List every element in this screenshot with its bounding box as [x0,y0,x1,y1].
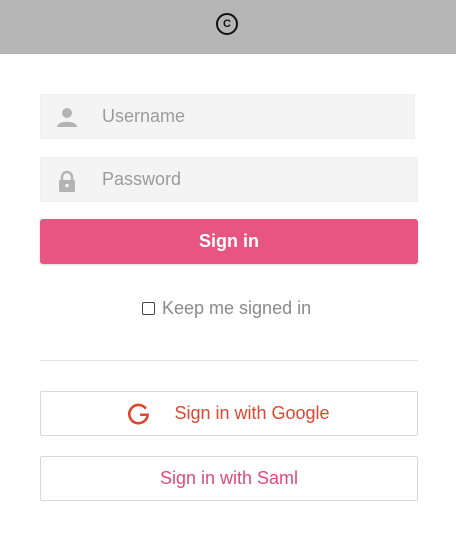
keep-signed-in-checkbox[interactable] [142,301,155,315]
password-field-container [40,157,418,202]
keep-signed-in[interactable]: Keep me signed in [142,296,311,320]
divider [40,360,418,361]
google-signin-button[interactable]: Sign in with Google [40,391,418,436]
keep-signed-in-label: Keep me signed in [162,297,312,318]
saml-signin-button[interactable]: Sign in with Saml [40,456,418,501]
app-logo: C [216,13,238,35]
password-input[interactable] [102,158,392,201]
google-icon [128,403,150,424]
signin-button[interactable]: Sign in [40,219,418,264]
google-signin-label: Sign in with Google [174,403,330,423]
username-input[interactable] [102,95,392,138]
saml-signin-label: Sign in with Saml [159,468,299,488]
username-field-container [40,94,415,139]
lock-icon [59,170,75,192]
logo-letter: C [223,17,231,30]
user-icon [57,108,77,127]
top-bar: C [0,0,456,54]
